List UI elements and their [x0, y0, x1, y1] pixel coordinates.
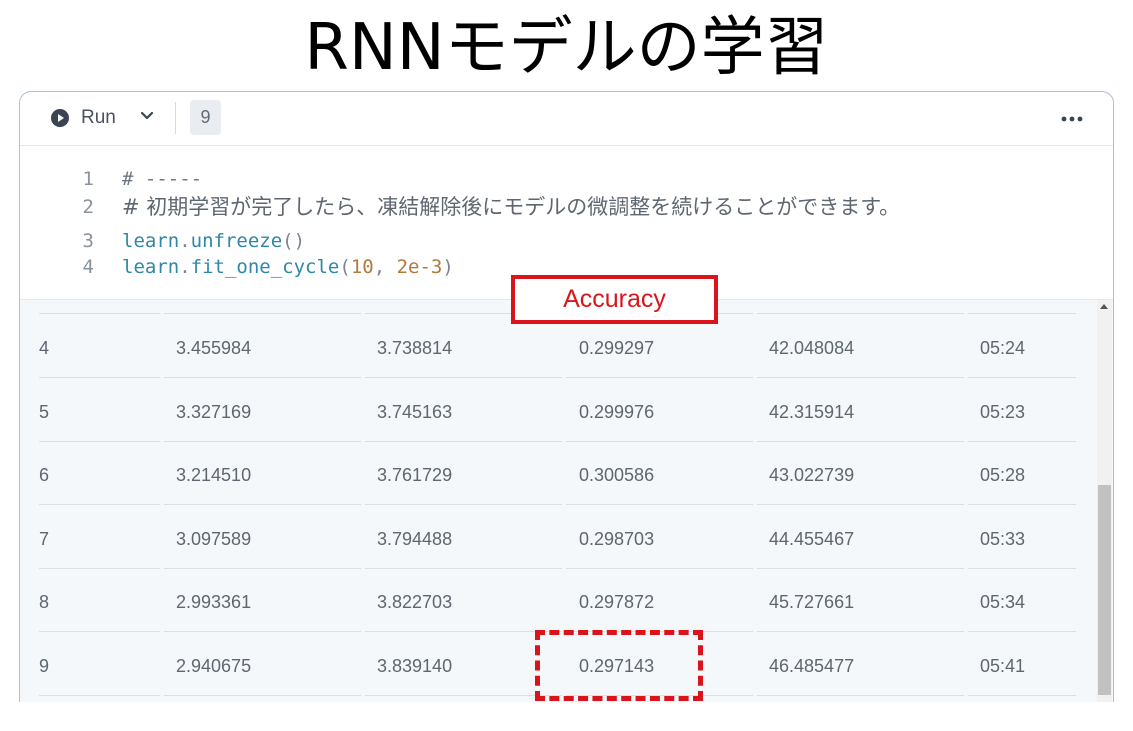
table-cell: 0.299976: [579, 401, 655, 422]
table-cell: 44.455467: [769, 528, 855, 549]
chevron-down-icon[interactable]: [138, 107, 156, 125]
row-divider: [39, 694, 160, 696]
line-number: 2: [82, 196, 94, 218]
table-cell: 05:33: [980, 528, 1026, 549]
table-cell: 2.940675: [176, 655, 252, 676]
cell-toolbar: Run 9: [20, 92, 1113, 146]
table-cell: 3.214510: [176, 465, 252, 485]
code-args-close: ): [442, 256, 454, 278]
line-number: 4: [82, 256, 94, 278]
table-row: 7 3.097589 3.794488 0.298703 44.455467 05:33: [20, 505, 1080, 569]
highlight-box: [535, 630, 703, 701]
code-comment: # 初期学習が完了したら、凍結解除後にモデルの微調整を続けることができます。: [122, 195, 901, 219]
table-cell: 05:23: [980, 401, 1026, 422]
output-scrollbar[interactable]: [1097, 300, 1112, 702]
row-divider: [164, 694, 361, 696]
more-horizontal-icon[interactable]: [1060, 116, 1084, 122]
table-row: 6 3.214510 3.761729 0.300586 43.022739 05:28: [20, 441, 1080, 505]
table-cell: 3.097589: [176, 528, 252, 549]
table-cell: 0.297872: [579, 592, 655, 612]
row-divider: [757, 694, 964, 696]
row-divider: [365, 694, 562, 696]
table-cell: 2.993361: [176, 592, 252, 612]
table-cell: 0.298703: [579, 528, 655, 549]
code-method: fit_one_cycle: [190, 256, 340, 278]
table-cell: 0.300586: [579, 465, 655, 485]
code-comment: # -----: [122, 168, 203, 190]
table-cell: 05:24: [980, 338, 1026, 358]
table-cell: 3.761729: [377, 465, 453, 485]
table-cell: 8: [39, 592, 50, 612]
line-number: 3: [82, 230, 94, 252]
table-cell: 45.727661: [769, 592, 855, 612]
table-cell: 42.048084: [769, 338, 855, 358]
scroll-up-arrow-icon[interactable]: [1100, 304, 1108, 309]
table-row: 5 3.327169 3.745163 0.299976 42.315914 05:23: [20, 378, 1080, 442]
code-object: learn: [122, 230, 180, 252]
execution-count-badge: 9: [190, 100, 221, 135]
run-button[interactable]: Run: [81, 106, 116, 130]
table-cell: 7: [39, 528, 50, 549]
code-statement: learn.fit_one_cycle(10, 2e-3): [122, 256, 454, 278]
line-number: 1: [82, 168, 94, 190]
table-cell: 6: [39, 465, 50, 485]
toolbar-divider: [175, 102, 176, 134]
code-args: (): [282, 230, 306, 252]
table-cell: 0.299297: [579, 338, 655, 358]
slide-title: RNNモデルの学習: [304, 11, 829, 85]
code-arg-lr: 2e-3: [396, 256, 443, 278]
notebook-cell: Run 9 1 # ----- 2 # 初期学習が完了したら、凍結解除後にモデル…: [19, 91, 1114, 702]
table-cell: 3.745163: [377, 401, 453, 422]
table-cell: 3.327169: [176, 401, 252, 422]
table-cell: 05:28: [980, 465, 1026, 485]
table-cell: 05:34: [980, 592, 1026, 612]
code-arg-epochs: 10: [350, 256, 374, 278]
table-cell: 4: [39, 338, 50, 358]
table-cell: 3.455984: [176, 338, 252, 358]
code-statement: learn.unfreeze(): [122, 230, 306, 252]
table-cell: 3.839140: [377, 655, 453, 676]
scrollbar-thumb[interactable]: [1098, 485, 1111, 695]
play-circle-icon[interactable]: [51, 109, 69, 127]
table-cell: 3.738814: [377, 338, 453, 358]
table-cell: 9: [39, 655, 50, 676]
table-cell: 3.822703: [377, 592, 453, 612]
code-method: unfreeze: [190, 230, 283, 252]
table-cell: 42.315914: [769, 401, 855, 422]
row-divider: [968, 694, 1076, 696]
table-cell: 43.022739: [769, 465, 855, 485]
table-cell: 5: [39, 401, 50, 422]
table-cell: 3.794488: [377, 528, 453, 549]
code-arg-separator: ,: [373, 256, 397, 278]
code-object: learn: [122, 256, 180, 278]
table-cell: 46.485477: [769, 655, 855, 676]
table-row: 8 2.993361 3.822703 0.297872 45.727661 05:34: [20, 568, 1080, 632]
table-cell: 05:41: [980, 655, 1026, 676]
accuracy-annotation: Accuracy: [511, 275, 718, 324]
